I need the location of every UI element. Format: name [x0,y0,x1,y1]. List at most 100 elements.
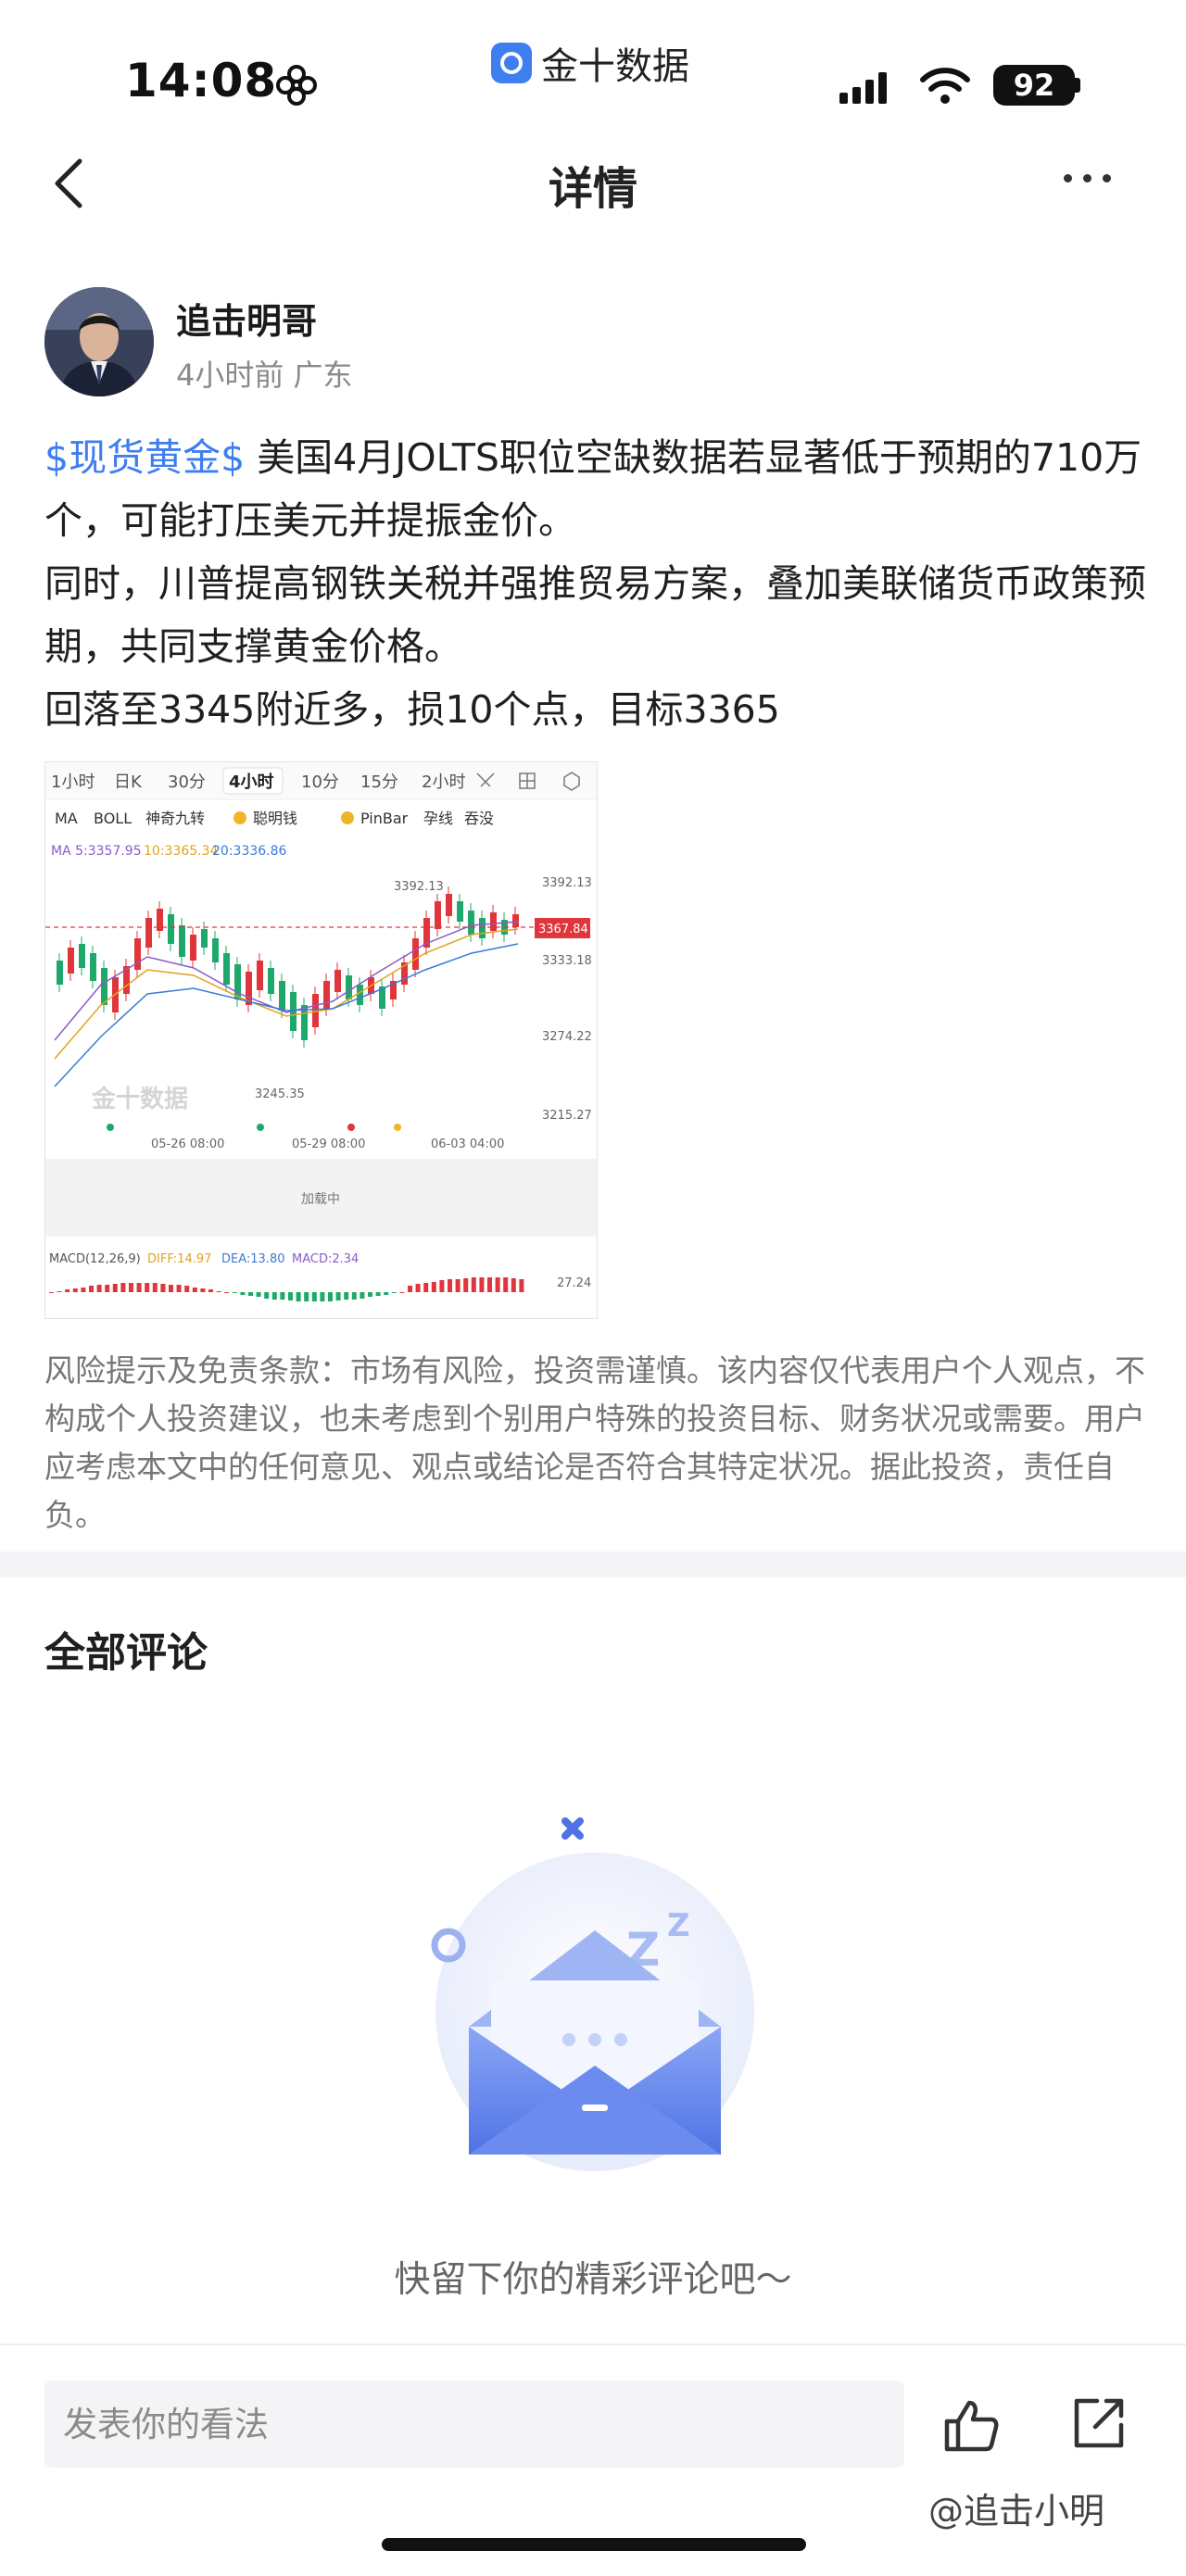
candle [490,912,497,931]
macd-bar [105,1285,110,1292]
crown-icon [341,811,354,824]
macd-bar [384,1292,389,1295]
candle [512,914,519,927]
candle [268,968,274,994]
date-label: 06-03 04:00 [431,1137,504,1151]
candle [179,925,185,957]
macd-bar [200,1288,206,1292]
empty-mailbox-icon: Z Z [431,1817,754,2171]
ma20-value: 20:3336.86 [212,844,287,859]
macd-bar [136,1283,142,1292]
signal-dot [347,1124,355,1131]
chart-tab: 30分 [168,773,206,792]
macd-bar [152,1283,158,1292]
comment-input[interactable] [44,2381,904,2468]
chart-tab-active: 4小时 [229,773,274,792]
macd-bar [160,1284,166,1292]
signal-dot [257,1124,264,1131]
price-level: 3215.27 [542,1109,592,1123]
macd-bar [391,1292,397,1293]
macd-bar [89,1286,94,1292]
post-paragraph-1: $现货黄金$ 美国4月JOLTS职位空缺数据若显著低于预期的710万个，可能打压… [44,426,1147,552]
candle [145,918,152,948]
macd-value: MACD:2.34 [292,1252,359,1266]
date-label: 05-29 08:00 [292,1137,365,1151]
high-label: 3392.13 [394,880,444,894]
candle [323,981,330,1009]
candle [446,894,452,916]
macd-bar [49,1292,54,1293]
candle [357,985,363,1005]
chart-tab: 日K [114,773,143,792]
macd-bar [224,1292,230,1293]
macd-bar [439,1280,445,1292]
chart-tab: 10分 [301,773,339,792]
macd-bar [503,1277,509,1292]
indicator: PinBar [360,810,409,827]
macd-bars [49,1277,524,1301]
post-tag[interactable]: $现货黄金$ [44,435,245,480]
macd-bar [296,1292,301,1301]
macd-bar [519,1279,524,1292]
disclaimer: 风险提示及免责条款：市场有风险，投资需谨慎。该内容仅代表用户个人观点，不构成个人… [44,1352,1145,1533]
like-icon[interactable] [941,2395,1001,2455]
author-name[interactable]: 追击明哥 [176,293,317,344]
share-icon[interactable] [1069,2394,1129,2453]
post-line-3: 回落至3345附近多，损10个点，目标3365 [44,687,780,732]
home-indicator[interactable] [382,2538,806,2551]
candle [90,953,96,981]
chart-tab: 2小时 [422,773,465,792]
candle [79,944,85,968]
macd-bar [351,1292,357,1300]
macd-bar [112,1284,118,1292]
macd-bar [232,1292,237,1293]
macd-bar [479,1277,485,1292]
signal-icon [839,70,887,104]
price-level: 3274.22 [542,1030,592,1044]
macd-bar [471,1277,476,1292]
macd-bar [399,1292,405,1293]
bottom-bar-divider [0,2344,1186,2345]
macd-bar [96,1285,102,1292]
chart-image[interactable]: 1小时 日K 30分 4小时 10分 15分 2小时 MA BOLL 神奇九转 … [44,761,598,1319]
indicator: 神奇九转 [145,810,205,827]
signal-dot [107,1124,114,1131]
indicator: 聪明钱 [253,810,297,827]
macd-bar [335,1292,341,1301]
candle [57,961,63,985]
indicator: 吞没 [464,810,494,827]
macd-dea: DEA:13.80 [221,1252,285,1266]
macd-bar [72,1288,78,1292]
macd-label: MACD(12,26,9) [49,1252,141,1266]
macd-level: 27.24 [557,1276,591,1290]
svg-text:Z: Z [667,1907,690,1944]
flower-icon [276,65,317,106]
candle [201,929,208,948]
candle [223,953,230,985]
macd-bar [280,1292,285,1300]
macd-bar [208,1289,213,1292]
macd-bar [375,1292,381,1296]
app-name: 金十数据 [541,45,689,88]
macd-bar [455,1279,461,1292]
page-title: 详情 [548,163,637,215]
macd-bar [448,1279,452,1292]
price-level: 3333.18 [542,954,592,968]
chart-watermark: 金十数据 [91,1085,188,1113]
app-indicator[interactable]: 金十数据 [491,37,689,89]
post-body: $现货黄金$ 美国4月JOLTS职位空缺数据若显著低于预期的710万个，可能打压… [44,426,1147,741]
avatar[interactable] [44,287,154,396]
battery-tip [1075,78,1080,93]
macd-bar [288,1292,293,1301]
section-divider [0,1552,1186,1577]
candle [468,911,474,935]
candle [479,918,486,938]
macd-bar [271,1292,277,1300]
wifi-icon [920,68,970,104]
macd-bar [248,1292,253,1296]
candle [68,948,74,974]
moving-average-line [54,943,519,1087]
macd-bar [192,1288,197,1292]
macd-bar [328,1292,333,1301]
more-icon[interactable] [1064,174,1111,182]
